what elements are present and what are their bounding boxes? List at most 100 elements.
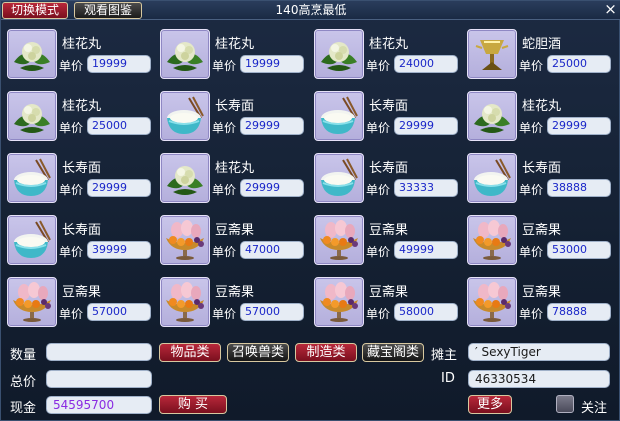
snake-wine-icon[interactable]: [467, 29, 517, 79]
close-icon[interactable]: ×: [603, 2, 618, 17]
bean-fruit-icon[interactable]: [314, 277, 364, 327]
unit-price-value: 49999: [394, 241, 458, 259]
item-cell[interactable]: 长寿面单价 29999: [314, 91, 464, 149]
osmanthus-ball-icon[interactable]: [7, 29, 57, 79]
unit-price-label: 单价: [366, 183, 391, 197]
follow-checkbox[interactable]: [556, 395, 574, 413]
osmanthus-ball-icon[interactable]: [7, 91, 57, 141]
unit-price-label: 单价: [59, 183, 84, 197]
tab-crafting[interactable]: 制造类: [295, 343, 357, 362]
item-cell[interactable]: 蛇胆酒 单价 25000: [467, 29, 617, 87]
bean-fruit-icon[interactable]: [160, 277, 210, 327]
bean-fruit-icon[interactable]: [467, 277, 517, 327]
unit-price-label: 单价: [59, 121, 84, 135]
tab-items[interactable]: 物品类: [159, 343, 221, 362]
unit-price-value: 39999: [87, 241, 151, 259]
bean-fruit-icon[interactable]: [467, 215, 517, 265]
item-name: 豆斋果: [369, 285, 409, 300]
unit-price-value: 57000: [87, 303, 151, 321]
unit-price-label: 单价: [366, 121, 391, 135]
osmanthus-ball-icon[interactable]: [467, 91, 517, 141]
item-cell[interactable]: 长寿面单价 39999: [7, 215, 157, 273]
item-name: 长寿面: [369, 161, 409, 176]
item-cell[interactable]: 桂花丸单价 19999: [160, 29, 310, 87]
item-name: 桂花丸: [215, 161, 255, 176]
item-cell[interactable]: 豆斋果单价 47000: [160, 215, 310, 273]
longevity-noodle-icon[interactable]: [160, 91, 210, 141]
item-cell[interactable]: 豆斋果 单价 49999: [314, 215, 464, 273]
item-name: 桂花丸: [215, 37, 255, 52]
id-label: ID: [441, 371, 455, 386]
longevity-noodle-icon[interactable]: [7, 153, 57, 203]
view-catalog-button[interactable]: 观看图鉴: [74, 2, 142, 19]
item-cell[interactable]: 豆斋果 单价 58000: [314, 277, 464, 335]
item-cell[interactable]: 豆斋果单价 57000: [7, 277, 157, 335]
quantity-label: 数量: [10, 348, 37, 363]
bean-fruit-icon[interactable]: [7, 277, 57, 327]
longevity-noodle-icon[interactable]: [7, 215, 57, 265]
unit-price-label: 单价: [59, 245, 84, 259]
unit-price-label: 单价: [212, 183, 237, 197]
unit-price-label: 单价: [519, 121, 544, 135]
item-cell[interactable]: 长寿面 单价 33333: [314, 153, 464, 211]
item-name: 长寿面: [369, 99, 409, 114]
item-name: 桂花丸: [522, 99, 562, 114]
item-cell[interactable]: 长寿面单价 29999: [7, 153, 157, 211]
unit-price-label: 单价: [366, 245, 391, 259]
unit-price-value: 29999: [87, 179, 151, 197]
item-name: 长寿面: [62, 223, 102, 238]
item-cell[interactable]: 豆斋果 单价 53000: [467, 215, 617, 273]
item-name: 蛇胆酒: [522, 37, 562, 52]
more-button[interactable]: 更多: [468, 395, 512, 414]
unit-price-value: 24000: [394, 55, 458, 73]
unit-price-label: 单价: [366, 307, 391, 321]
unit-price-label: 单价: [212, 59, 237, 73]
total-price-field: [46, 370, 152, 388]
unit-price-value: 47000: [240, 241, 304, 259]
quantity-input[interactable]: [46, 343, 152, 361]
bean-fruit-icon[interactable]: [314, 215, 364, 265]
item-name: 豆斋果: [522, 285, 562, 300]
unit-price-label: 单价: [59, 307, 84, 321]
item-cell[interactable]: 桂花丸 单价 24000: [314, 29, 464, 87]
item-cell[interactable]: 桂花丸单价 29999: [467, 91, 617, 149]
unit-price-value: 38888: [547, 179, 611, 197]
item-cell[interactable]: 豆斋果 单价 78888: [467, 277, 617, 335]
id-field: 46330534: [468, 370, 610, 388]
shop-window: 切换模式 观看图鉴 140高烹最低 × 桂花丸 单价 19999 桂花丸 单价 19999…: [0, 0, 620, 421]
unit-price-label: 单价: [212, 121, 237, 135]
bean-fruit-icon[interactable]: [160, 215, 210, 265]
longevity-noodle-icon[interactable]: [314, 153, 364, 203]
unit-price-value: 29999: [240, 117, 304, 135]
window-title: 140高烹最低: [275, 3, 347, 17]
item-name: 豆斋果: [215, 223, 255, 238]
item-cell[interactable]: 桂花丸单价 29999: [160, 153, 310, 211]
unit-price-value: 29999: [240, 179, 304, 197]
follow-label: 关注: [581, 401, 608, 416]
item-cell[interactable]: 长寿面 单价 29999: [160, 91, 310, 149]
buy-button[interactable]: 购 买: [159, 395, 227, 414]
unit-price-label: 单价: [212, 245, 237, 259]
unit-price-value: 19999: [240, 55, 304, 73]
item-name: 长寿面: [522, 161, 562, 176]
unit-price-value: 29999: [547, 117, 611, 135]
osmanthus-ball-icon[interactable]: [314, 29, 364, 79]
item-name: 桂花丸: [62, 37, 102, 52]
longevity-noodle-icon[interactable]: [467, 153, 517, 203]
item-cell[interactable]: 桂花丸 单价 25000: [7, 91, 157, 149]
longevity-noodle-icon[interactable]: [314, 91, 364, 141]
osmanthus-ball-icon[interactable]: [160, 29, 210, 79]
tab-summons[interactable]: 召唤兽类: [227, 343, 289, 362]
title-bar: 切换模式 观看图鉴 140高烹最低 ×: [1, 1, 620, 20]
cash-field: 54595700: [46, 396, 152, 414]
unit-price-value: 29999: [394, 117, 458, 135]
switch-mode-button[interactable]: 切换模式: [2, 2, 68, 19]
osmanthus-ball-icon[interactable]: [160, 153, 210, 203]
item-cell[interactable]: 长寿面 单价 38888: [467, 153, 617, 211]
item-name: 长寿面: [62, 161, 102, 176]
item-cell[interactable]: 桂花丸 单价 19999: [7, 29, 157, 87]
tab-treasure[interactable]: 藏宝阁类: [362, 343, 424, 362]
item-name: 豆斋果: [62, 285, 102, 300]
item-cell[interactable]: 豆斋果 单价 57000: [160, 277, 310, 335]
item-name: 豆斋果: [522, 223, 562, 238]
